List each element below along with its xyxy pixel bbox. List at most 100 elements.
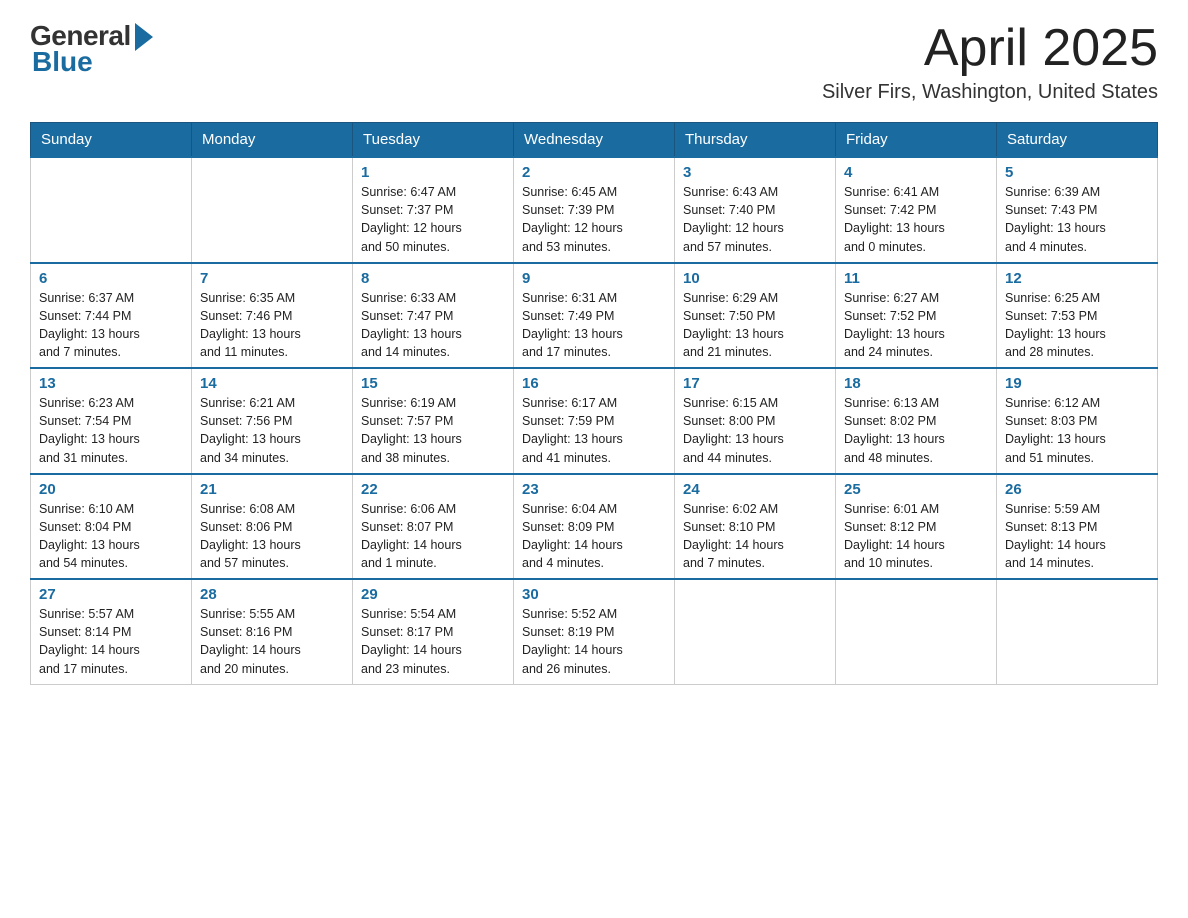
- day-info: Sunrise: 6:23 AMSunset: 7:54 PMDaylight:…: [39, 394, 183, 467]
- day-number: 26: [1005, 481, 1149, 498]
- day-number: 12: [1005, 270, 1149, 287]
- day-number: 29: [361, 586, 505, 603]
- calendar-cell: 7 Sunrise: 6:35 AMSunset: 7:46 PMDaylight…: [192, 263, 353, 369]
- page-header: General Blue April 2025 Silver Firs, Was…: [30, 20, 1158, 104]
- week-row-5: 27 Sunrise: 5:57 AMSunset: 8:14 PMDayligh…: [31, 579, 1158, 684]
- day-number: 8: [361, 270, 505, 287]
- day-info: Sunrise: 6:15 AMSunset: 8:00 PMDaylight:…: [683, 394, 827, 467]
- day-info: Sunrise: 6:33 AMSunset: 7:47 PMDaylight:…: [361, 289, 505, 362]
- calendar-cell: 25Sunrise: 6:01 AMSunset: 8:12 PMDayligh…: [836, 474, 997, 580]
- day-number: 30: [522, 586, 666, 603]
- day-info: Sunrise: 6:08 AMSunset: 8:06 PMDaylight:…: [200, 500, 344, 573]
- day-number: 28: [200, 586, 344, 603]
- day-info: Sunrise: 5:55 AMSunset: 8:16 PMDaylight:…: [200, 605, 344, 678]
- week-row-2: 6Sunrise: 6:37 AMSunset: 7:44 PMDaylight…: [31, 263, 1158, 369]
- calendar-cell: 4Sunrise: 6:41 AMSunset: 7:42 PMDaylight…: [836, 157, 997, 263]
- calendar-cell: [836, 579, 997, 684]
- day-info: Sunrise: 6:37 AMSunset: 7:44 PMDaylight:…: [39, 289, 183, 362]
- logo-blue-text: Blue: [30, 46, 93, 78]
- day-number: 11: [844, 270, 988, 287]
- calendar-cell: 24 Sunrise: 6:02 AMSunset: 8:10 PMDayligh…: [675, 474, 836, 580]
- calendar-cell: 29 Sunrise: 5:54 AMSunset: 8:17 PMDayligh…: [353, 579, 514, 684]
- day-number: 3: [683, 164, 827, 181]
- calendar-cell: 13 Sunrise: 6:23 AMSunset: 7:54 PMDayligh…: [31, 368, 192, 474]
- day-info: Sunrise: 6:04 AMSunset: 8:09 PMDaylight:…: [522, 500, 666, 573]
- calendar-cell: 2Sunrise: 6:45 AMSunset: 7:39 PMDaylight…: [514, 157, 675, 263]
- day-number: 21: [200, 481, 344, 498]
- calendar-cell: 30 Sunrise: 5:52 AMSunset: 8:19 PMDayligh…: [514, 579, 675, 684]
- weekday-header-tuesday: Tuesday: [353, 123, 514, 158]
- weekday-header-wednesday: Wednesday: [514, 123, 675, 158]
- day-info: Sunrise: 6:13 AMSunset: 8:02 PMDaylight:…: [844, 394, 988, 467]
- day-number: 7: [200, 270, 344, 287]
- page-title: April 2025: [822, 20, 1158, 77]
- calendar-cell: 28 Sunrise: 5:55 AMSunset: 8:16 PMDayligh…: [192, 579, 353, 684]
- calendar-cell: 22 Sunrise: 6:06 AMSunset: 8:07 PMDayligh…: [353, 474, 514, 580]
- day-number: 16: [522, 375, 666, 392]
- calendar-cell: 1 Sunrise: 6:47 AMSunset: 7:37 PMDaylight…: [353, 157, 514, 263]
- weekday-header-sunday: Sunday: [31, 123, 192, 158]
- day-info: Sunrise: 5:57 AMSunset: 8:14 PMDaylight:…: [39, 605, 183, 678]
- day-info: Sunrise: 6:47 AMSunset: 7:37 PMDaylight:…: [361, 183, 505, 256]
- logo: General Blue: [30, 20, 153, 78]
- weekday-header-row: SundayMondayTuesdayWednesdayThursdayFrid…: [31, 123, 1158, 158]
- calendar-cell: 10 Sunrise: 6:29 AMSunset: 7:50 PMDayligh…: [675, 263, 836, 369]
- day-number: 24: [683, 481, 827, 498]
- calendar-cell: 26Sunrise: 5:59 AMSunset: 8:13 PMDayligh…: [997, 474, 1158, 580]
- calendar-cell: 20 Sunrise: 6:10 AMSunset: 8:04 PMDayligh…: [31, 474, 192, 580]
- weekday-header-friday: Friday: [836, 123, 997, 158]
- calendar-cell: 8 Sunrise: 6:33 AMSunset: 7:47 PMDaylight…: [353, 263, 514, 369]
- day-number: 10: [683, 270, 827, 287]
- calendar-cell: 21 Sunrise: 6:08 AMSunset: 8:06 PMDayligh…: [192, 474, 353, 580]
- day-info: Sunrise: 6:31 AMSunset: 7:49 PMDaylight:…: [522, 289, 666, 362]
- day-info: Sunrise: 6:06 AMSunset: 8:07 PMDaylight:…: [361, 500, 505, 573]
- calendar-cell: 18 Sunrise: 6:13 AMSunset: 8:02 PMDayligh…: [836, 368, 997, 474]
- calendar-cell: 19 Sunrise: 6:12 AMSunset: 8:03 PMDayligh…: [997, 368, 1158, 474]
- day-number: 18: [844, 375, 988, 392]
- page-subtitle: Silver Firs, Washington, United States: [822, 81, 1158, 104]
- calendar-cell: 12Sunrise: 6:25 AMSunset: 7:53 PMDayligh…: [997, 263, 1158, 369]
- calendar-table: SundayMondayTuesdayWednesdayThursdayFrid…: [30, 122, 1158, 685]
- day-number: 13: [39, 375, 183, 392]
- calendar-cell: 6Sunrise: 6:37 AMSunset: 7:44 PMDaylight…: [31, 263, 192, 369]
- week-row-4: 20 Sunrise: 6:10 AMSunset: 8:04 PMDayligh…: [31, 474, 1158, 580]
- day-info: Sunrise: 6:10 AMSunset: 8:04 PMDaylight:…: [39, 500, 183, 573]
- day-number: 14: [200, 375, 344, 392]
- weekday-header-saturday: Saturday: [997, 123, 1158, 158]
- day-info: Sunrise: 5:52 AMSunset: 8:19 PMDaylight:…: [522, 605, 666, 678]
- calendar-cell: 23 Sunrise: 6:04 AMSunset: 8:09 PMDayligh…: [514, 474, 675, 580]
- day-number: 27: [39, 586, 183, 603]
- title-section: April 2025 Silver Firs, Washington, Unit…: [822, 20, 1158, 104]
- day-number: 17: [683, 375, 827, 392]
- day-info: Sunrise: 5:54 AMSunset: 8:17 PMDaylight:…: [361, 605, 505, 678]
- week-row-1: 1 Sunrise: 6:47 AMSunset: 7:37 PMDaylight…: [31, 157, 1158, 263]
- day-info: Sunrise: 6:19 AMSunset: 7:57 PMDaylight:…: [361, 394, 505, 467]
- weekday-header-thursday: Thursday: [675, 123, 836, 158]
- day-info: Sunrise: 6:12 AMSunset: 8:03 PMDaylight:…: [1005, 394, 1149, 467]
- day-number: 1: [361, 164, 505, 181]
- calendar-cell: [997, 579, 1158, 684]
- day-info: Sunrise: 6:43 AMSunset: 7:40 PMDaylight:…: [683, 183, 827, 256]
- day-info: Sunrise: 6:29 AMSunset: 7:50 PMDaylight:…: [683, 289, 827, 362]
- day-info: Sunrise: 6:35 AMSunset: 7:46 PMDaylight:…: [200, 289, 344, 362]
- calendar-cell: [192, 157, 353, 263]
- day-number: 23: [522, 481, 666, 498]
- calendar-cell: 11 Sunrise: 6:27 AMSunset: 7:52 PMDayligh…: [836, 263, 997, 369]
- day-info: Sunrise: 6:39 AMSunset: 7:43 PMDaylight:…: [1005, 183, 1149, 256]
- week-row-3: 13 Sunrise: 6:23 AMSunset: 7:54 PMDayligh…: [31, 368, 1158, 474]
- day-number: 22: [361, 481, 505, 498]
- calendar-cell: 16 Sunrise: 6:17 AMSunset: 7:59 PMDayligh…: [514, 368, 675, 474]
- day-number: 25: [844, 481, 988, 498]
- weekday-header-monday: Monday: [192, 123, 353, 158]
- calendar-cell: [31, 157, 192, 263]
- day-info: Sunrise: 6:21 AMSunset: 7:56 PMDaylight:…: [200, 394, 344, 467]
- day-number: 5: [1005, 164, 1149, 181]
- day-number: 20: [39, 481, 183, 498]
- day-info: Sunrise: 6:41 AMSunset: 7:42 PMDaylight:…: [844, 183, 988, 256]
- day-number: 19: [1005, 375, 1149, 392]
- day-info: Sunrise: 6:02 AMSunset: 8:10 PMDaylight:…: [683, 500, 827, 573]
- day-info: Sunrise: 6:27 AMSunset: 7:52 PMDaylight:…: [844, 289, 988, 362]
- calendar-cell: 17 Sunrise: 6:15 AMSunset: 8:00 PMDayligh…: [675, 368, 836, 474]
- calendar-cell: 9Sunrise: 6:31 AMSunset: 7:49 PMDaylight…: [514, 263, 675, 369]
- day-info: Sunrise: 6:17 AMSunset: 7:59 PMDaylight:…: [522, 394, 666, 467]
